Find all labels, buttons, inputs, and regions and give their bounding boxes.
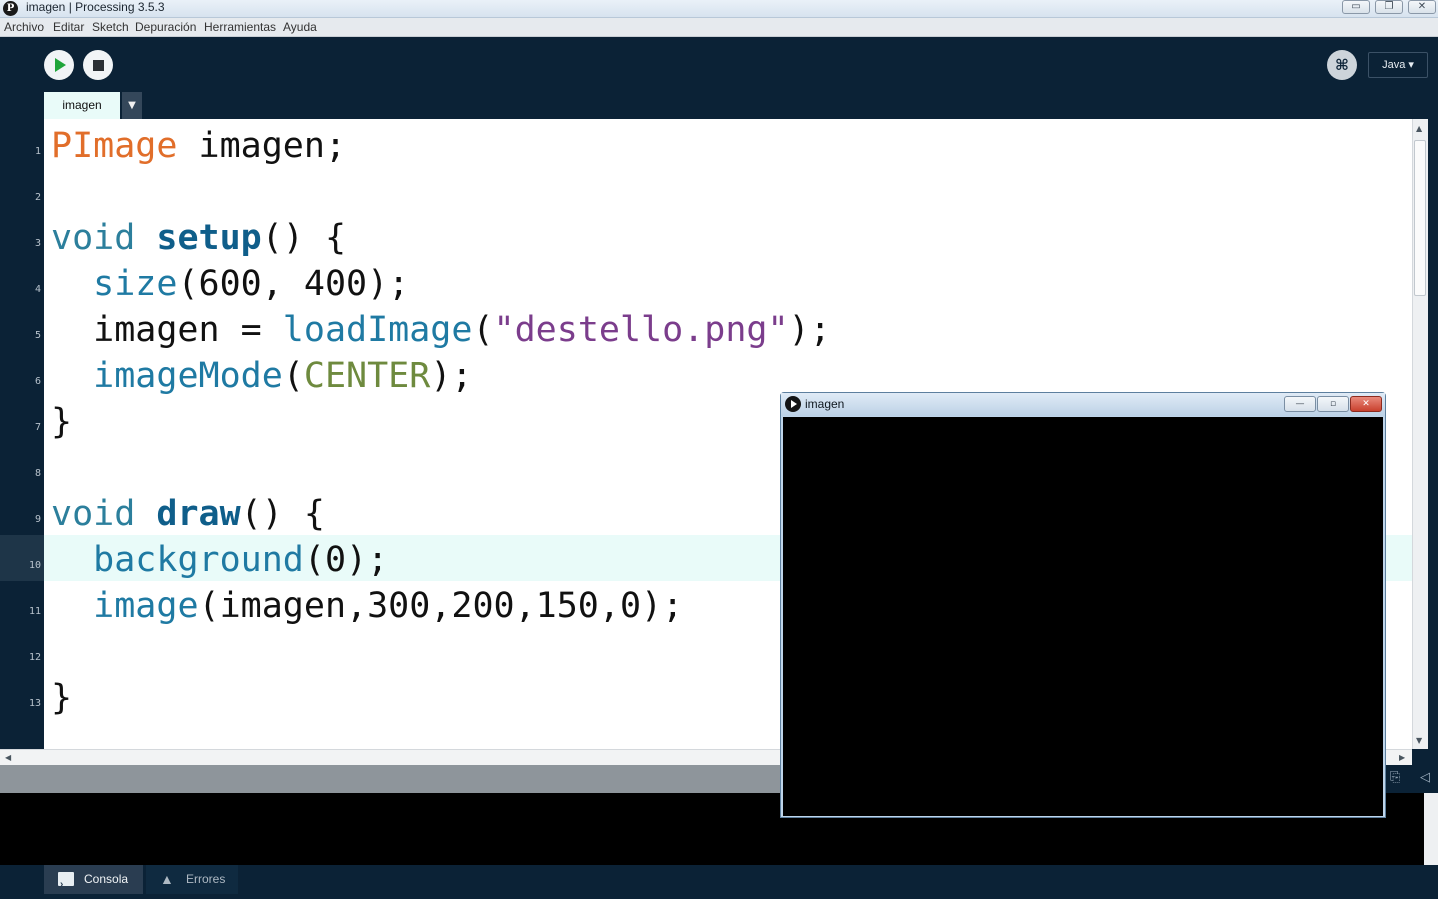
code-token: void — [51, 218, 136, 258]
code-line[interactable]: } — [51, 675, 72, 721]
sketch-canvas[interactable] — [783, 417, 1383, 816]
code-token: imagen = — [51, 310, 283, 350]
scroll-left-arrow-icon[interactable]: ◀ — [5, 753, 11, 762]
code-line[interactable]: background(0); — [51, 537, 388, 583]
code-token: ( — [472, 310, 494, 350]
code-token: loadImage — [282, 310, 473, 350]
menu-archivo[interactable]: Archivo — [4, 20, 44, 34]
tab-errores[interactable]: ▲ Errores — [146, 865, 238, 894]
debugger-toggle-button[interactable]: ⌘ — [1327, 50, 1357, 80]
code-token: draw — [156, 494, 241, 534]
code-token: (600, 400); — [177, 264, 410, 304]
stop-button[interactable] — [83, 50, 113, 80]
scroll-down-arrow-icon[interactable]: ▼ — [1416, 736, 1422, 745]
menu-herramientas[interactable]: Herramientas — [204, 20, 276, 34]
code-line[interactable]: imagen = loadImage("destello.png"); — [51, 307, 831, 353]
scroll-up-arrow-icon[interactable]: ▲ — [1416, 124, 1422, 133]
sketch-maximize-button[interactable]: ▫ — [1317, 396, 1349, 412]
console-side-controls: ⎘ ◁ — [1386, 765, 1438, 793]
tab-consola[interactable]: ›_ Consola — [44, 865, 143, 894]
editor-scroll-thumb[interactable] — [1414, 140, 1426, 296]
code-line[interactable]: } — [51, 399, 72, 445]
code-line[interactable]: PImage imagen; — [51, 123, 346, 169]
window-title: imagen | Processing 3.5.3 — [26, 0, 165, 14]
code-token: background — [93, 540, 304, 580]
menu-sketch[interactable]: Sketch — [92, 20, 129, 34]
restore-window-button[interactable]: ❐ — [1375, 0, 1403, 14]
code-token: () { — [240, 494, 325, 534]
minimize-window-button[interactable]: ▭ — [1342, 0, 1370, 14]
code-token: CENTER — [303, 356, 431, 396]
play-icon — [55, 58, 66, 72]
sketch-close-button[interactable]: ✕ — [1350, 396, 1382, 412]
run-button[interactable] — [44, 50, 74, 80]
code-token: } — [51, 402, 73, 442]
stop-icon — [92, 59, 104, 71]
code-token: ( — [282, 356, 304, 396]
code-token: void — [51, 494, 136, 534]
mode-selector[interactable]: Java ▾ — [1368, 52, 1428, 78]
play-icon — [791, 400, 797, 408]
code-token: PImage — [51, 126, 178, 166]
menu-editar[interactable]: Editar — [53, 20, 84, 34]
console-icon: ›_ — [58, 872, 74, 890]
scroll-right-arrow-icon[interactable]: ▶ — [1399, 753, 1405, 762]
code-line[interactable]: void setup() { — [51, 215, 346, 261]
title-bar — [0, 0, 1438, 18]
menu-bar: Archivo Editar Sketch Depuración Herrami… — [0, 18, 1438, 37]
code-line[interactable]: size(600, 400); — [51, 261, 409, 307]
code-token: () { — [261, 218, 347, 258]
tab-imagen[interactable]: imagen — [44, 92, 120, 119]
code-token: ); — [430, 356, 473, 396]
sketch-window-title: imagen — [805, 397, 845, 411]
code-token: imageMode — [93, 356, 283, 396]
code-line[interactable]: imageMode(CENTER); — [51, 353, 472, 399]
code-token: imagen; — [177, 126, 347, 166]
code-line[interactable]: image(imagen,300,200,150,0); — [51, 583, 683, 629]
menu-ayuda[interactable]: Ayuda — [283, 20, 317, 34]
warning-icon: ▲ — [160, 871, 174, 887]
close-window-button[interactable]: ✕ — [1408, 0, 1436, 14]
code-token: setup — [156, 218, 262, 258]
toolbar — [0, 37, 1438, 92]
code-token: (0); — [303, 540, 389, 580]
code-token: "destello.png" — [493, 310, 789, 350]
collapse-console-icon[interactable]: ◁ — [1420, 770, 1430, 785]
code-token: } — [51, 678, 73, 718]
menu-depuracion[interactable]: Depuración — [135, 20, 196, 34]
tab-menu-arrow[interactable]: ▼ — [122, 92, 142, 119]
copy-console-icon[interactable]: ⎘ — [1390, 770, 1400, 785]
tab-consola-label: Consola — [84, 872, 129, 886]
tab-errores-label: Errores — [186, 872, 226, 886]
processing-app-icon: P — [3, 1, 18, 16]
code-line[interactable]: void draw() { — [51, 491, 325, 537]
sketch-minimize-button[interactable]: — — [1284, 396, 1316, 412]
code-token: size — [93, 264, 178, 304]
code-token: (imagen,300,200,150,0); — [198, 586, 684, 626]
console-scrollbar[interactable] — [1424, 793, 1438, 865]
code-token: ); — [788, 310, 831, 350]
code-token: image — [93, 586, 199, 626]
